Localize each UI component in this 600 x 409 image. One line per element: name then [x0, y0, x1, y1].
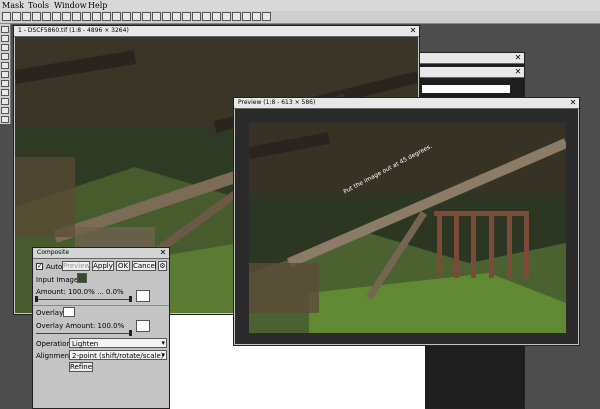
left-tool-9[interactable]: [1, 98, 9, 105]
left-tool-1[interactable]: [1, 26, 9, 33]
tool-icon-20[interactable]: [192, 12, 201, 21]
alignment-value: 2-point (shift/rotate/scale): [72, 352, 164, 360]
left-tool-4[interactable]: [1, 53, 9, 60]
menu-tools[interactable]: Tools: [28, 1, 49, 10]
close-icon[interactable]: ✕: [159, 249, 167, 257]
left-tool-6[interactable]: [1, 71, 9, 78]
tool-icon-7[interactable]: [62, 12, 71, 21]
tool-icon-8[interactable]: [72, 12, 81, 21]
left-toolbox: [0, 24, 11, 124]
auto-label: Auto: [46, 263, 63, 271]
left-tool-2[interactable]: [1, 35, 9, 42]
back-window-1-titlebar[interactable]: [416, 53, 524, 64]
preview-button[interactable]: Preview: [62, 261, 90, 271]
tool-icon-22[interactable]: [212, 12, 221, 21]
close-icon[interactable]: ✕: [409, 27, 417, 35]
apply-button[interactable]: Apply: [92, 261, 114, 271]
operation-label: Operation:: [36, 340, 74, 348]
left-tool-7[interactable]: [1, 80, 9, 87]
tool-icon-24[interactable]: [232, 12, 241, 21]
close-icon[interactable]: ✕: [569, 99, 577, 107]
overlay-amount-color-swatch[interactable]: [136, 320, 150, 332]
tool-icon-3[interactable]: [22, 12, 31, 21]
overlay-amount-slider-track[interactable]: [36, 333, 131, 334]
input-image-thumbnail[interactable]: [77, 273, 87, 283]
preview-photo[interactable]: Put the image out at 45 degrees.: [249, 123, 566, 333]
tool-icon-21[interactable]: [202, 12, 211, 21]
tool-icon-26[interactable]: [252, 12, 261, 21]
ok-button[interactable]: OK: [116, 261, 130, 271]
left-tool-11[interactable]: [1, 116, 9, 123]
cancel-button[interactable]: Cancel: [132, 261, 157, 271]
overlay-label: Overlay: [36, 309, 64, 317]
back-window-2-titlebar[interactable]: [416, 67, 524, 78]
preview-window[interactable]: Preview (1:8 - 613 × 586) ✕ Put the imag…: [233, 97, 580, 346]
composite-dialog-title[interactable]: Composite: [33, 248, 169, 259]
alignment-select[interactable]: 2-point (shift/rotate/scale) ▾: [69, 350, 167, 360]
menu-mask[interactable]: Mask: [2, 1, 24, 10]
tool-icon-25[interactable]: [242, 12, 251, 21]
tool-icon-5[interactable]: [42, 12, 51, 21]
chevron-down-icon: ▾: [161, 351, 165, 359]
operation-value: Lighten: [72, 340, 99, 348]
tool-icon-15[interactable]: [142, 12, 151, 21]
tool-icon-4[interactable]: [32, 12, 41, 21]
close-icon[interactable]: ✕: [514, 68, 522, 76]
amount-slider-track[interactable]: [36, 299, 131, 300]
tool-icon-18[interactable]: [172, 12, 181, 21]
help-icon[interactable]: [122, 12, 131, 21]
tool-icon-14[interactable]: [132, 12, 141, 21]
menu-help[interactable]: Help: [88, 1, 107, 10]
preview-area: Put the image out at 45 degrees.: [235, 109, 578, 344]
tool-icon-17[interactable]: [162, 12, 171, 21]
settings-icon[interactable]: ⚙: [158, 261, 167, 271]
main-window-title[interactable]: 1 - DSCF5860.tif (1:8 - 4896 × 3264): [14, 26, 419, 37]
amount-color-swatch[interactable]: [136, 290, 150, 302]
left-tool-3[interactable]: [1, 44, 9, 51]
overlay-color-swatch[interactable]: [63, 307, 75, 317]
preview-window-title[interactable]: Preview (1:8 - 613 × 586): [234, 98, 579, 109]
tool-icon-11[interactable]: [102, 12, 111, 21]
tool-icon-16[interactable]: [152, 12, 161, 21]
divider: [33, 305, 169, 306]
left-tool-5[interactable]: [1, 62, 9, 69]
tool-icon-23[interactable]: [222, 12, 231, 21]
tool-icon-6[interactable]: [52, 12, 61, 21]
tool-icon-12[interactable]: [112, 12, 121, 21]
tool-icon-9[interactable]: [82, 12, 91, 21]
amount-slider-end-handle[interactable]: [129, 296, 132, 302]
input-image-label: Input Image:: [36, 276, 81, 284]
tool-icon-19[interactable]: [182, 12, 191, 21]
amount-slider-start-handle[interactable]: [35, 296, 38, 302]
overlay-amount-label: Overlay Amount: 100.0%: [36, 322, 125, 330]
tool-icon-1[interactable]: [2, 12, 11, 21]
operation-select[interactable]: Lighten ▾: [69, 338, 167, 348]
toolbar: [0, 11, 600, 24]
composite-dialog[interactable]: Composite ✕ ✓ Auto Preview Apply OK Canc…: [32, 247, 170, 409]
tool-icon-10[interactable]: [92, 12, 101, 21]
left-tool-8[interactable]: [1, 89, 9, 96]
refine-button[interactable]: Refine: [69, 362, 93, 372]
auto-checkbox[interactable]: ✓: [36, 263, 43, 270]
back-window-2-white-strip: [422, 85, 510, 93]
tool-icon-2[interactable]: [12, 12, 21, 21]
menu-window[interactable]: Window: [54, 1, 87, 10]
tool-icon-27[interactable]: [262, 12, 271, 21]
amount-label: Amount: 100.0% ... 0.0%: [36, 288, 124, 296]
chevron-down-icon: ▾: [161, 339, 165, 347]
overlay-amount-slider-handle[interactable]: [129, 330, 132, 336]
left-tool-10[interactable]: [1, 107, 9, 114]
close-icon[interactable]: ✕: [514, 54, 522, 62]
